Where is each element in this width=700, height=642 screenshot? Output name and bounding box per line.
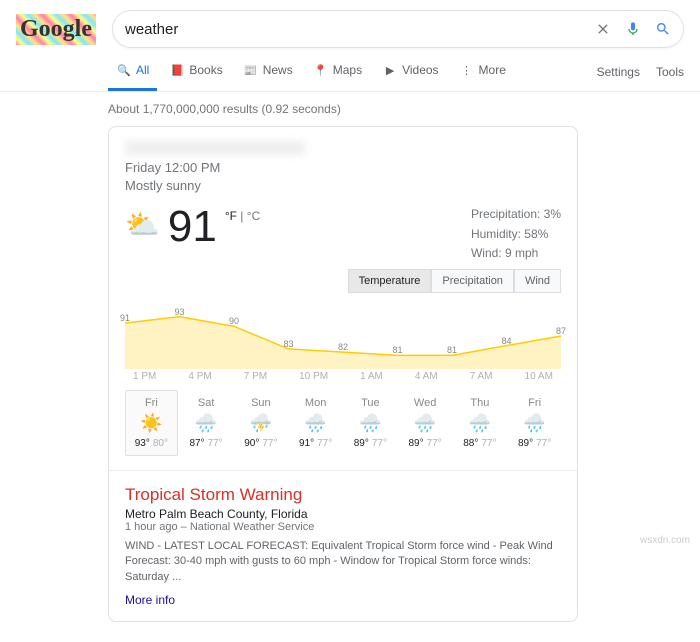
search-bar[interactable] [112,10,684,48]
chart-point-label: 81 [447,345,457,355]
maps-icon: 📍 [313,62,329,78]
clear-icon[interactable] [595,21,611,37]
weather-time: Friday 12:00 PM [125,159,561,177]
chart-point-label: 87 [556,326,566,336]
result-stats: About 1,770,000,000 results (0.92 second… [108,102,684,116]
location-redacted [125,141,305,155]
alert-body: WIND - LATEST LOCAL FORECAST: Equivalent… [125,539,561,585]
search-input[interactable] [125,21,595,38]
alert-title: Tropical Storm Warning [125,485,561,505]
more-icon: ⋮ [459,62,475,78]
chart-point-label: 90 [229,316,239,326]
tab-all[interactable]: 🔍All [108,52,157,91]
hour-axis: 1 PM 4 PM 7 PM 10 PM 1 AM 4 AM 7 AM 10 AM [125,369,561,390]
forecast-day[interactable]: Sun⛈️90°77° [235,390,288,456]
weather-icon: 🌧️ [402,413,449,434]
forecast-day[interactable]: Fri🌧️89°77° [508,390,561,456]
hour-label: 1 PM [133,371,156,382]
forecast-day[interactable]: Thu🌧️88°77° [454,390,507,456]
hour-label: 1 AM [360,371,383,382]
tab-more[interactable]: ⋮More [451,52,514,91]
alert-meta: 1 hour ago – National Weather Service [125,521,561,533]
more-info-link[interactable]: More info [125,593,175,607]
mic-icon[interactable] [625,21,641,37]
search-tabs: 🔍All📕Books📰News📍Maps▶Videos⋮More [108,52,514,91]
sun-cloud-icon: ⛅ [125,211,160,239]
search-icon[interactable] [655,21,671,37]
tools-link[interactable]: Tools [656,65,684,79]
tab-books[interactable]: 📕Books [161,52,230,91]
chart-point-label: 93 [174,307,184,317]
books-icon: 📕 [169,62,185,78]
tab-wind[interactable]: Wind [514,269,561,293]
hour-label: 10 PM [299,371,328,382]
tab-videos[interactable]: ▶Videos [374,52,446,91]
precipitation-value: Precipitation: 3% [471,205,561,224]
settings-link[interactable]: Settings [597,65,640,79]
weather-icon: ☀️ [128,413,175,434]
current-temp: 91 [168,205,217,249]
forecast-day[interactable]: Wed🌧️89°77° [399,390,452,456]
forecast-day[interactable]: Mon🌧️91°77° [289,390,342,456]
weather-card: Friday 12:00 PM Mostly sunny ⛅ 91 °F | °… [108,126,578,622]
hour-label: 4 PM [188,371,211,382]
weather-condition: Mostly sunny [125,177,561,195]
weather-alert[interactable]: Tropical Storm Warning Metro Palm Beach … [125,485,561,607]
alert-location: Metro Palm Beach County, Florida [125,507,561,521]
humidity-value: Humidity: 58% [471,225,561,244]
chart-point-label: 83 [283,339,293,349]
tab-temperature[interactable]: Temperature [348,269,432,293]
weather-icon: ⛈️ [238,413,285,434]
videos-icon: ▶ [382,62,398,78]
weather-icon: 🌧️ [292,413,339,434]
tab-maps[interactable]: 📍Maps [305,52,370,91]
all-icon: 🔍 [116,62,132,78]
forecast-day[interactable]: Sat🌧️87°77° [180,390,233,456]
chart-point-label: 81 [392,345,402,355]
forecast-row: Fri☀️93°80°Sat🌧️87°77°Sun⛈️90°77°Mon🌧️91… [125,390,561,456]
forecast-day[interactable]: Fri☀️93°80° [125,390,178,456]
hour-label: 7 PM [244,371,267,382]
news-icon: 📰 [243,62,259,78]
tab-news[interactable]: 📰News [235,52,301,91]
weather-icon: 🌧️ [347,413,394,434]
wind-value: Wind: 9 mph [471,244,561,263]
weather-icon: 🌧️ [457,413,504,434]
hour-label: 4 AM [415,371,438,382]
chart-point-label: 84 [501,336,511,346]
forecast-day[interactable]: Tue🌧️89°77° [344,390,397,456]
google-logo[interactable]: Google [16,14,96,45]
hourly-chart[interactable]: 919390838281818487 [125,299,561,369]
weather-icon: 🌧️ [183,413,230,434]
unit-toggle[interactable]: °F | °C [225,209,260,223]
tab-precipitation[interactable]: Precipitation [431,269,514,293]
hour-label: 7 AM [470,371,493,382]
weather-icon: 🌧️ [511,413,558,434]
watermark: wsxdn.com [640,535,690,546]
hour-label: 10 AM [525,371,553,382]
chart-point-label: 82 [338,342,348,352]
chart-point-label: 91 [120,313,130,323]
